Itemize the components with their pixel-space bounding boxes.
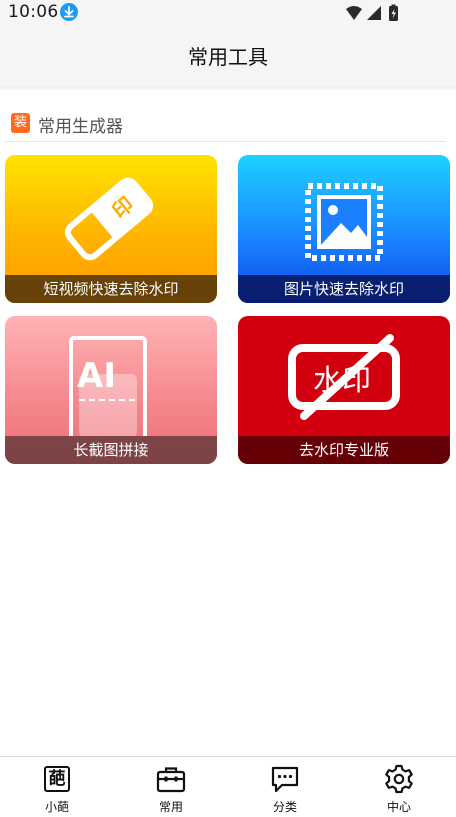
nav-item-category[interactable]: 分类 <box>228 757 342 817</box>
tool-card-label: 长截图拼接 <box>5 436 217 464</box>
image-stamp-icon <box>305 183 383 261</box>
download-icon <box>60 3 78 21</box>
tool-card-label: 图片快速去除水印 <box>238 275 450 303</box>
app-header: 常用工具 <box>0 24 456 86</box>
eraser-icon: 印 <box>64 177 154 261</box>
tool-card-label: 短视频快速去除水印 <box>5 275 217 303</box>
long-screenshot-icon-text: AI <box>77 356 116 396</box>
tool-card-label: 去水印专业版 <box>238 436 450 464</box>
tool-card-watermark-pro[interactable]: 水印 去水印专业版 <box>238 316 450 464</box>
status-time: 10:06 <box>8 2 59 22</box>
bottom-nav: 葩 小葩 常用 分类 中心 <box>0 756 456 817</box>
nav-item-center[interactable]: 中心 <box>342 757 456 817</box>
chat-bubble-icon <box>270 764 300 794</box>
nav-label: 分类 <box>272 800 297 814</box>
nav-label: 常用 <box>158 800 183 814</box>
header-divider <box>0 86 456 91</box>
no-watermark-icon: 水印 <box>288 334 400 420</box>
tool-card-video-watermark[interactable]: 印 短视频快速去除水印 <box>5 155 217 303</box>
nav-item-common[interactable]: 常用 <box>114 757 228 817</box>
long-screenshot-icon: AI <box>69 336 147 436</box>
toolbox-icon <box>156 764 186 794</box>
tool-card-long-screenshot[interactable]: AI 长截图拼接 <box>5 316 217 464</box>
section-divider <box>5 141 446 142</box>
wifi-icon <box>346 6 362 20</box>
section-title: 常用生成器 <box>38 117 123 137</box>
pa-char-icon: 葩 <box>42 764 72 794</box>
battery-icon <box>389 4 398 21</box>
section-badge: 装 <box>11 113 30 133</box>
gear-icon <box>384 764 414 794</box>
nav-label: 中心 <box>386 800 411 814</box>
status-bar: 10:06 <box>0 0 456 24</box>
tool-card-image-watermark[interactable]: 图片快速去除水印 <box>238 155 450 303</box>
page-title: 常用工具 <box>188 45 268 69</box>
nav-label: 小葩 <box>44 800 69 814</box>
pa-char-icon-text: 葩 <box>44 766 70 792</box>
signal-icon <box>367 6 381 20</box>
nav-item-xiaopa[interactable]: 葩 小葩 <box>0 757 114 817</box>
status-icons <box>346 3 426 23</box>
